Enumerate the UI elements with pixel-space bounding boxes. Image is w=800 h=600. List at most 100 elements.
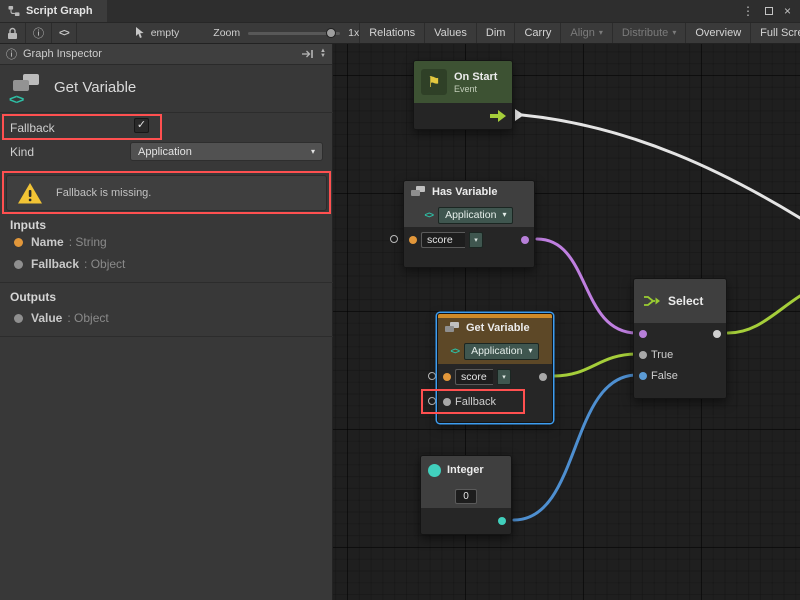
fallback-checkbox[interactable]: ✓ <box>134 118 149 133</box>
node-title: Get Variable <box>466 322 530 334</box>
flow-connection-arrow <box>515 109 524 121</box>
node-port-row: score ▾ <box>438 364 552 390</box>
get-variable-icon: <> <box>8 74 48 110</box>
integer-output-port[interactable] <box>498 517 506 525</box>
variable-name-dropdown[interactable]: ▾ <box>469 232 483 248</box>
variable-kind-dropdown[interactable]: Application ▾ <box>438 207 513 224</box>
variable-kind-dropdown[interactable]: Application ▾ <box>464 343 539 360</box>
node-has-variable[interactable]: Has Variable <> Application ▾ score ▾ <box>403 180 535 268</box>
selection-output-port[interactable] <box>713 330 721 338</box>
title-bar: Script Graph ⋮ × <box>0 0 800 22</box>
maximize-icon[interactable] <box>765 5 773 17</box>
variable-name-dropdown[interactable]: ▾ <box>497 369 511 385</box>
wire-select-output[interactable] <box>728 296 800 333</box>
node-header: Has Variable <> Application ▾ <box>404 181 534 227</box>
unconnected-port-ring[interactable] <box>428 372 436 380</box>
toolbar-buttons: Relations Values Dim Carry Align▾ Distri… <box>359 23 800 43</box>
inspector-toggle-button[interactable]: ⓘ <box>26 23 52 43</box>
node-subtitle: Event <box>454 84 497 94</box>
button-label: Relations <box>369 27 415 39</box>
true-input-port[interactable] <box>639 351 647 359</box>
code-preview-button[interactable]: <> <box>52 23 77 43</box>
node-on-start[interactable]: ⚑ On Start Event <box>413 60 513 130</box>
bool-output-port[interactable] <box>521 236 529 244</box>
kind-value: Application <box>471 345 522 357</box>
toolbar-button-values[interactable]: Values <box>424 23 476 43</box>
object-port-dot <box>14 314 23 323</box>
lock-button[interactable] <box>0 23 26 43</box>
kind-dropdown-value: Application <box>138 146 192 158</box>
divider <box>0 112 333 113</box>
node-title: Integer <box>447 464 484 476</box>
input-pin-fallback: Fallback : Object <box>14 258 125 270</box>
toolbar-button-distribute[interactable]: Distribute ▾ <box>612 23 685 43</box>
toolbar-button-dim[interactable]: Dim <box>476 23 515 43</box>
toolbar-button-carry[interactable]: Carry <box>514 23 560 43</box>
toolbar-button-relations[interactable]: Relations <box>359 23 424 43</box>
toolbar-button-align[interactable]: Align▾ <box>560 23 611 43</box>
toolbar-button-fullscreen[interactable]: Full Screen <box>750 23 800 43</box>
node-header: Select <box>634 279 726 323</box>
pin-name: Name <box>31 235 64 249</box>
node-header: Get Variable <> Application ▾ <box>438 318 552 364</box>
pin-name: Value <box>31 311 62 325</box>
button-label: Distribute <box>622 27 668 39</box>
zoom-control: Zoom 1x <box>213 23 359 43</box>
button-label: Dim <box>486 27 506 39</box>
condition-input-port[interactable] <box>639 330 647 338</box>
integer-value-field[interactable]: 0 <box>455 489 477 504</box>
inspector-header: ⓘ Graph Inspector ▲ ▼ <box>0 44 332 65</box>
node-integer[interactable]: Integer 0 <box>420 455 512 535</box>
info-icon: ⓘ <box>6 46 17 62</box>
dropdown-arrow-icon: ▾ <box>502 211 506 219</box>
inspected-unit-title: Get Variable <box>54 79 136 96</box>
tab-script-graph[interactable]: Script Graph <box>0 0 107 22</box>
node-header: Integer 0 <box>421 456 511 508</box>
panel-scroll-arrows[interactable]: ▲ ▼ <box>320 49 326 59</box>
variable-name-field[interactable]: score <box>455 369 493 385</box>
graph-name-label: empty <box>151 27 180 39</box>
dock-icon[interactable] <box>301 49 314 59</box>
variable-icon <box>411 186 426 198</box>
tab-title: Script Graph <box>26 5 93 17</box>
warning-box: Fallback is missing. <box>6 175 327 211</box>
variable-icon <box>445 322 460 334</box>
dropdown-arrow-icon: ▾ <box>672 29 676 37</box>
zoom-label: Zoom <box>213 27 240 39</box>
check-icon: ✓ <box>137 119 146 131</box>
dropdown-arrow-icon: ▾ <box>311 148 315 156</box>
button-label: Align <box>570 27 594 39</box>
outputs-section-label: Outputs <box>10 290 56 304</box>
kind-field-label: Kind <box>10 145 34 159</box>
input-pin-name: Name : String <box>14 236 107 248</box>
graph-canvas[interactable]: ⚑ On Start Event Has Variable <box>333 44 800 600</box>
zoom-slider[interactable] <box>248 32 340 35</box>
menu-icon[interactable]: ⋮ <box>742 5 754 17</box>
node-select[interactable]: Select True False <box>633 278 727 399</box>
wire-flow-on-start[interactable] <box>522 115 800 218</box>
node-port-row: False <box>634 365 726 386</box>
false-input-port[interactable] <box>639 372 647 380</box>
graph-inspector-panel: ⓘ Graph Inspector ▲ ▼ <> Get Variable Fa… <box>0 44 333 600</box>
warning-text: Fallback is missing. <box>56 187 151 199</box>
unconnected-port-ring[interactable] <box>428 397 436 405</box>
name-input-port[interactable] <box>409 236 417 244</box>
name-input-port[interactable] <box>443 373 451 381</box>
fallback-input-port[interactable] <box>443 398 451 406</box>
false-port-label: False <box>651 370 678 382</box>
value-output-port[interactable] <box>539 373 547 381</box>
unconnected-port-ring[interactable] <box>390 235 398 243</box>
variable-name-field[interactable]: score <box>421 232 465 248</box>
code-icon: <> <box>9 91 23 107</box>
zoom-slider-knob[interactable] <box>326 28 336 38</box>
toolbar-button-overview[interactable]: Overview <box>685 23 750 43</box>
node-get-variable[interactable]: Get Variable <> Application ▾ score ▾ <box>437 313 553 423</box>
kind-dropdown[interactable]: Application ▾ <box>130 142 323 161</box>
string-port-dot <box>14 238 23 247</box>
close-icon[interactable]: × <box>784 5 791 17</box>
wire-get-variable-to-select-true[interactable] <box>554 354 637 376</box>
dropdown-arrow-icon: ▾ <box>528 347 532 355</box>
info-icon: ⓘ <box>33 25 44 41</box>
flow-output-port[interactable] <box>489 109 507 123</box>
graph-breadcrumb[interactable]: empty <box>135 23 180 43</box>
